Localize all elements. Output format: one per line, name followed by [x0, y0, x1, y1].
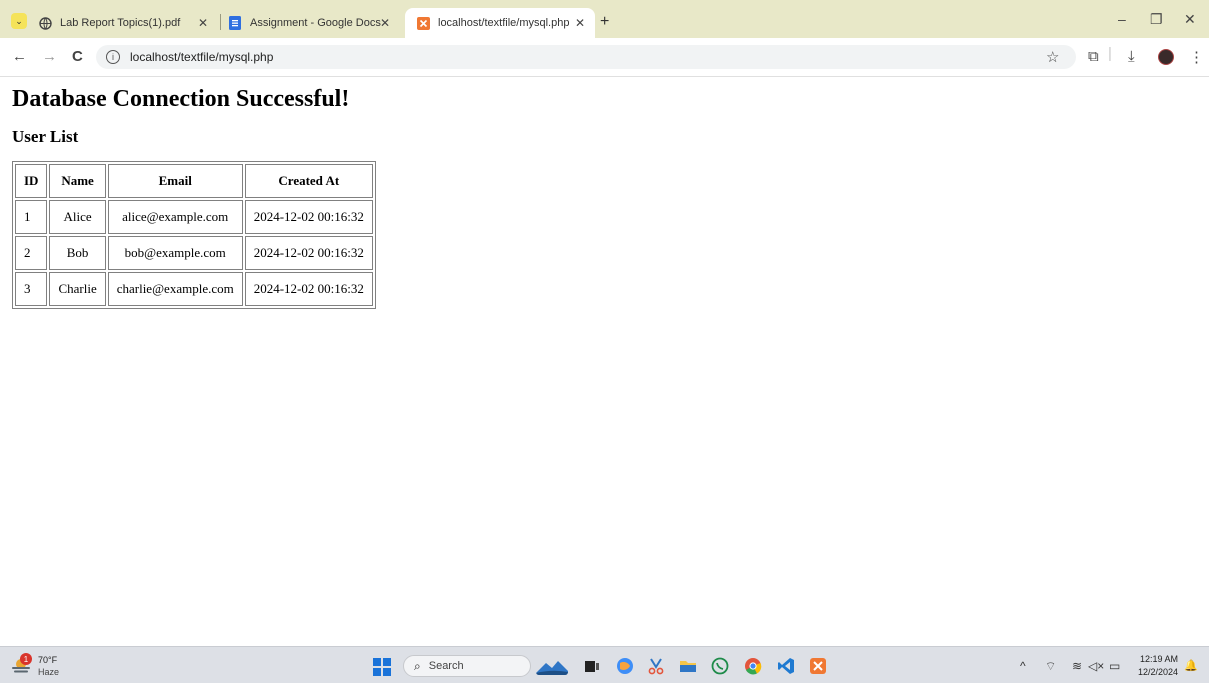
taskbar-search[interactable]: ⌕ Search	[403, 655, 531, 677]
cell-id: 3	[15, 272, 48, 306]
tab-title: localhost/textfile/mysql.php	[438, 17, 570, 29]
toolbar-divider: |	[1108, 45, 1112, 62]
tab-google-docs[interactable]: Assignment - Google Docs ✕	[228, 8, 400, 38]
taskbar: 1 70°F Haze ⌕ Search ^ ⌔ ≋ ◁× ▭ 12:19 AM…	[0, 646, 1209, 683]
tab-title: Assignment - Google Docs	[250, 17, 381, 29]
tab-strip: ⌄ Lab Report Topics(1).pdf ✕ Assignment …	[0, 0, 1209, 38]
clock-time[interactable]: 12:19 AM	[1136, 654, 1178, 664]
cell-email: charlie@example.com	[107, 272, 243, 306]
xampp-icon	[416, 16, 430, 30]
search-placeholder: Search	[428, 660, 464, 672]
cell-email: alice@example.com	[107, 200, 243, 234]
tab-title: Lab Report Topics(1).pdf	[60, 17, 181, 29]
column-header-id: ID	[15, 164, 48, 198]
cell-email: bob@example.com	[107, 236, 243, 270]
cell-name: Bob	[49, 236, 106, 270]
network-icon[interactable]: ⌔	[1045, 659, 1056, 674]
minimize-button[interactable]: –	[1118, 11, 1126, 27]
whatsapp-icon[interactable]	[711, 657, 729, 675]
file-explorer-icon[interactable]	[679, 657, 697, 675]
battery-icon[interactable]: ▭	[1109, 659, 1120, 673]
cell-created-at: 2024-12-02 00:16:32	[244, 200, 373, 234]
search-icon: ⌕	[414, 658, 421, 673]
tab-localhost[interactable]: localhost/textfile/mysql.php ✕	[405, 8, 595, 38]
chrome-icon[interactable]	[744, 657, 762, 675]
weather-condition[interactable]: Haze	[38, 667, 59, 677]
download-icon[interactable]: ⤓	[1128, 48, 1135, 65]
address-bar[interactable]: i localhost/textfile/mysql.php	[96, 45, 1076, 69]
notification-bell-icon[interactable]: 🔔	[1184, 659, 1198, 672]
wifi-icon[interactable]: ≋	[1072, 659, 1082, 673]
task-view-icon[interactable]	[583, 657, 601, 675]
copilot-icon[interactable]	[616, 657, 634, 675]
cell-name: Alice	[49, 200, 106, 234]
table-row: 2 Bob bob@example.com 2024-12-02 00:16:3…	[15, 236, 373, 270]
cell-name: Charlie	[49, 272, 106, 306]
column-header-created-at: Created At	[244, 164, 373, 198]
xampp-taskbar-icon[interactable]	[809, 657, 827, 675]
docs-icon	[228, 16, 242, 30]
page-title: Database Connection Successful!	[12, 86, 350, 112]
table-row: 3 Charlie charlie@example.com 2024-12-02…	[15, 272, 373, 306]
bookmark-star-icon[interactable]: ☆	[1046, 48, 1059, 66]
address-url[interactable]: localhost/textfile/mysql.php	[130, 50, 273, 64]
tray-chevron-icon[interactable]: ^	[1020, 659, 1026, 673]
chevron-down-icon: ⌄	[15, 15, 23, 26]
new-tab-button[interactable]: +	[600, 13, 609, 31]
snipping-tool-icon[interactable]	[647, 657, 665, 675]
cell-id: 2	[15, 236, 48, 270]
table-header-row: ID Name Email Created At	[15, 164, 373, 198]
weather-badge: 1	[20, 653, 32, 665]
extensions-icon[interactable]: ⧉	[1088, 48, 1099, 65]
forward-button[interactable]: →	[42, 48, 57, 65]
close-tab-icon[interactable]: ✕	[575, 16, 585, 30]
close-window-button[interactable]: ✕	[1184, 11, 1196, 28]
table-row: 1 Alice alice@example.com 2024-12-02 00:…	[15, 200, 373, 234]
restore-button[interactable]: ❐	[1150, 11, 1163, 28]
profile-avatar[interactable]	[1158, 49, 1174, 65]
clock-date[interactable]: 12/2/2024	[1132, 667, 1178, 677]
landscape-widget-icon[interactable]	[536, 657, 568, 675]
reload-button[interactable]: C	[72, 48, 83, 65]
column-header-name: Name	[49, 164, 106, 198]
back-button[interactable]: ←	[12, 48, 27, 65]
site-info-icon[interactable]: i	[106, 50, 120, 64]
user-table: ID Name Email Created At 1 Alice alice@e…	[12, 161, 376, 309]
cell-id: 1	[15, 200, 48, 234]
browser-menu-icon[interactable]: ⋮	[1189, 48, 1204, 66]
windows-start-icon[interactable]	[373, 658, 391, 676]
tab-search-button[interactable]: ⌄	[11, 13, 27, 29]
column-header-email: Email	[107, 164, 243, 198]
vscode-icon[interactable]	[777, 657, 795, 675]
tab-divider	[220, 14, 221, 30]
section-title: User List	[12, 127, 79, 146]
page-content: Database Connection Successful! User Lis…	[12, 78, 376, 309]
tab-lab-report[interactable]: Lab Report Topics(1).pdf ✕	[38, 8, 218, 38]
cell-created-at: 2024-12-02 00:16:32	[244, 236, 373, 270]
close-tab-icon[interactable]: ✕	[198, 16, 208, 30]
weather-temperature[interactable]: 70°F	[38, 655, 57, 665]
globe-icon	[38, 16, 52, 30]
close-tab-icon[interactable]: ✕	[380, 16, 390, 30]
volume-muted-icon[interactable]: ◁×	[1088, 659, 1104, 673]
cell-created-at: 2024-12-02 00:16:32	[244, 272, 373, 306]
